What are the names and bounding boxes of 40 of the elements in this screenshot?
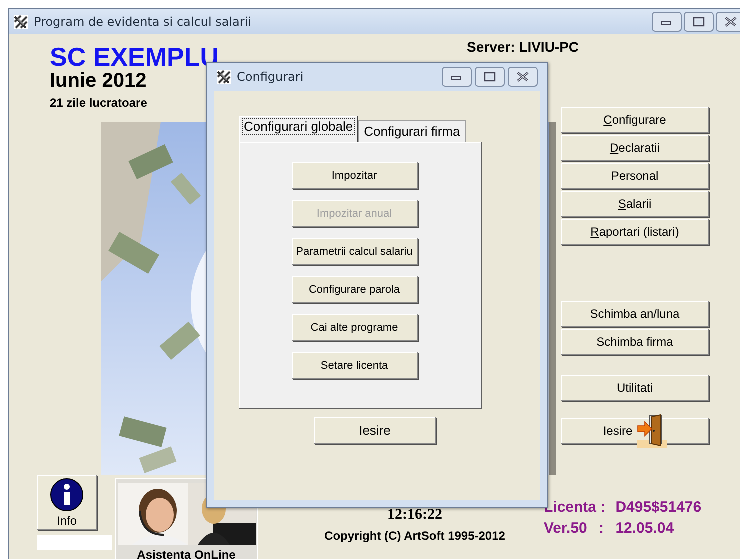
- minimize-button[interactable]: [442, 67, 472, 87]
- maximize-button[interactable]: [475, 67, 505, 87]
- input-field[interactable]: [37, 535, 112, 550]
- period-label: Iunie 2012: [50, 71, 147, 92]
- close-button[interactable]: [716, 12, 740, 32]
- settings-button[interactable]: Configurare parola: [292, 276, 418, 303]
- menu-button[interactable]: Schimba an/luna: [561, 301, 709, 327]
- minimize-button[interactable]: [652, 12, 682, 32]
- settings-button[interactable]: Cai alte programe: [292, 314, 418, 341]
- clock-label: 12:16:22: [388, 507, 442, 524]
- menu-button[interactable]: Raportari (listari): [561, 219, 709, 245]
- info-icon: [50, 478, 84, 512]
- app-icon: [13, 14, 29, 30]
- close-button[interactable]: [508, 67, 538, 87]
- server-label: Server: LIVIU-PC: [467, 39, 580, 55]
- menu-button[interactable]: Salarii: [561, 191, 709, 217]
- door-exit-icon: [636, 414, 667, 448]
- settings-button[interactable]: Parametrii calcul salariu: [292, 238, 418, 265]
- menu-button[interactable]: Utilitati: [561, 375, 709, 401]
- menu-button[interactable]: Declaratii: [561, 135, 709, 161]
- app-icon: [216, 69, 232, 85]
- menu-button[interactable]: Personal: [561, 163, 709, 189]
- dialog-title: Configurari: [237, 70, 304, 84]
- tab[interactable]: Configurari globale: [239, 116, 358, 142]
- menu-button[interactable]: Schimba firma: [561, 329, 709, 355]
- settings-button[interactable]: Setare licenta: [292, 352, 418, 379]
- version-value: 12.05.04: [616, 520, 676, 537]
- company-name: SC EXEMPLU: [50, 44, 220, 71]
- settings-button[interactable]: Impozitar: [292, 162, 418, 189]
- exit-button[interactable]: Iesire: [314, 417, 436, 444]
- separator-label: :: [599, 520, 606, 537]
- maximize-button[interactable]: [684, 12, 714, 32]
- license-value: D495$51476: [616, 499, 702, 516]
- working-days-label: 21 zile lucratoare: [50, 96, 148, 110]
- menu-button[interactable]: Configurare: [561, 107, 709, 133]
- version-label: Ver.50: [544, 520, 588, 537]
- copyright-label: Copyright (C) ArtSoft 1995-2012: [324, 529, 506, 543]
- info-button[interactable]: Info: [37, 475, 97, 530]
- tab[interactable]: Configurari firma: [358, 120, 466, 142]
- window-title: Program de evidenta si calcul salarii: [34, 14, 252, 28]
